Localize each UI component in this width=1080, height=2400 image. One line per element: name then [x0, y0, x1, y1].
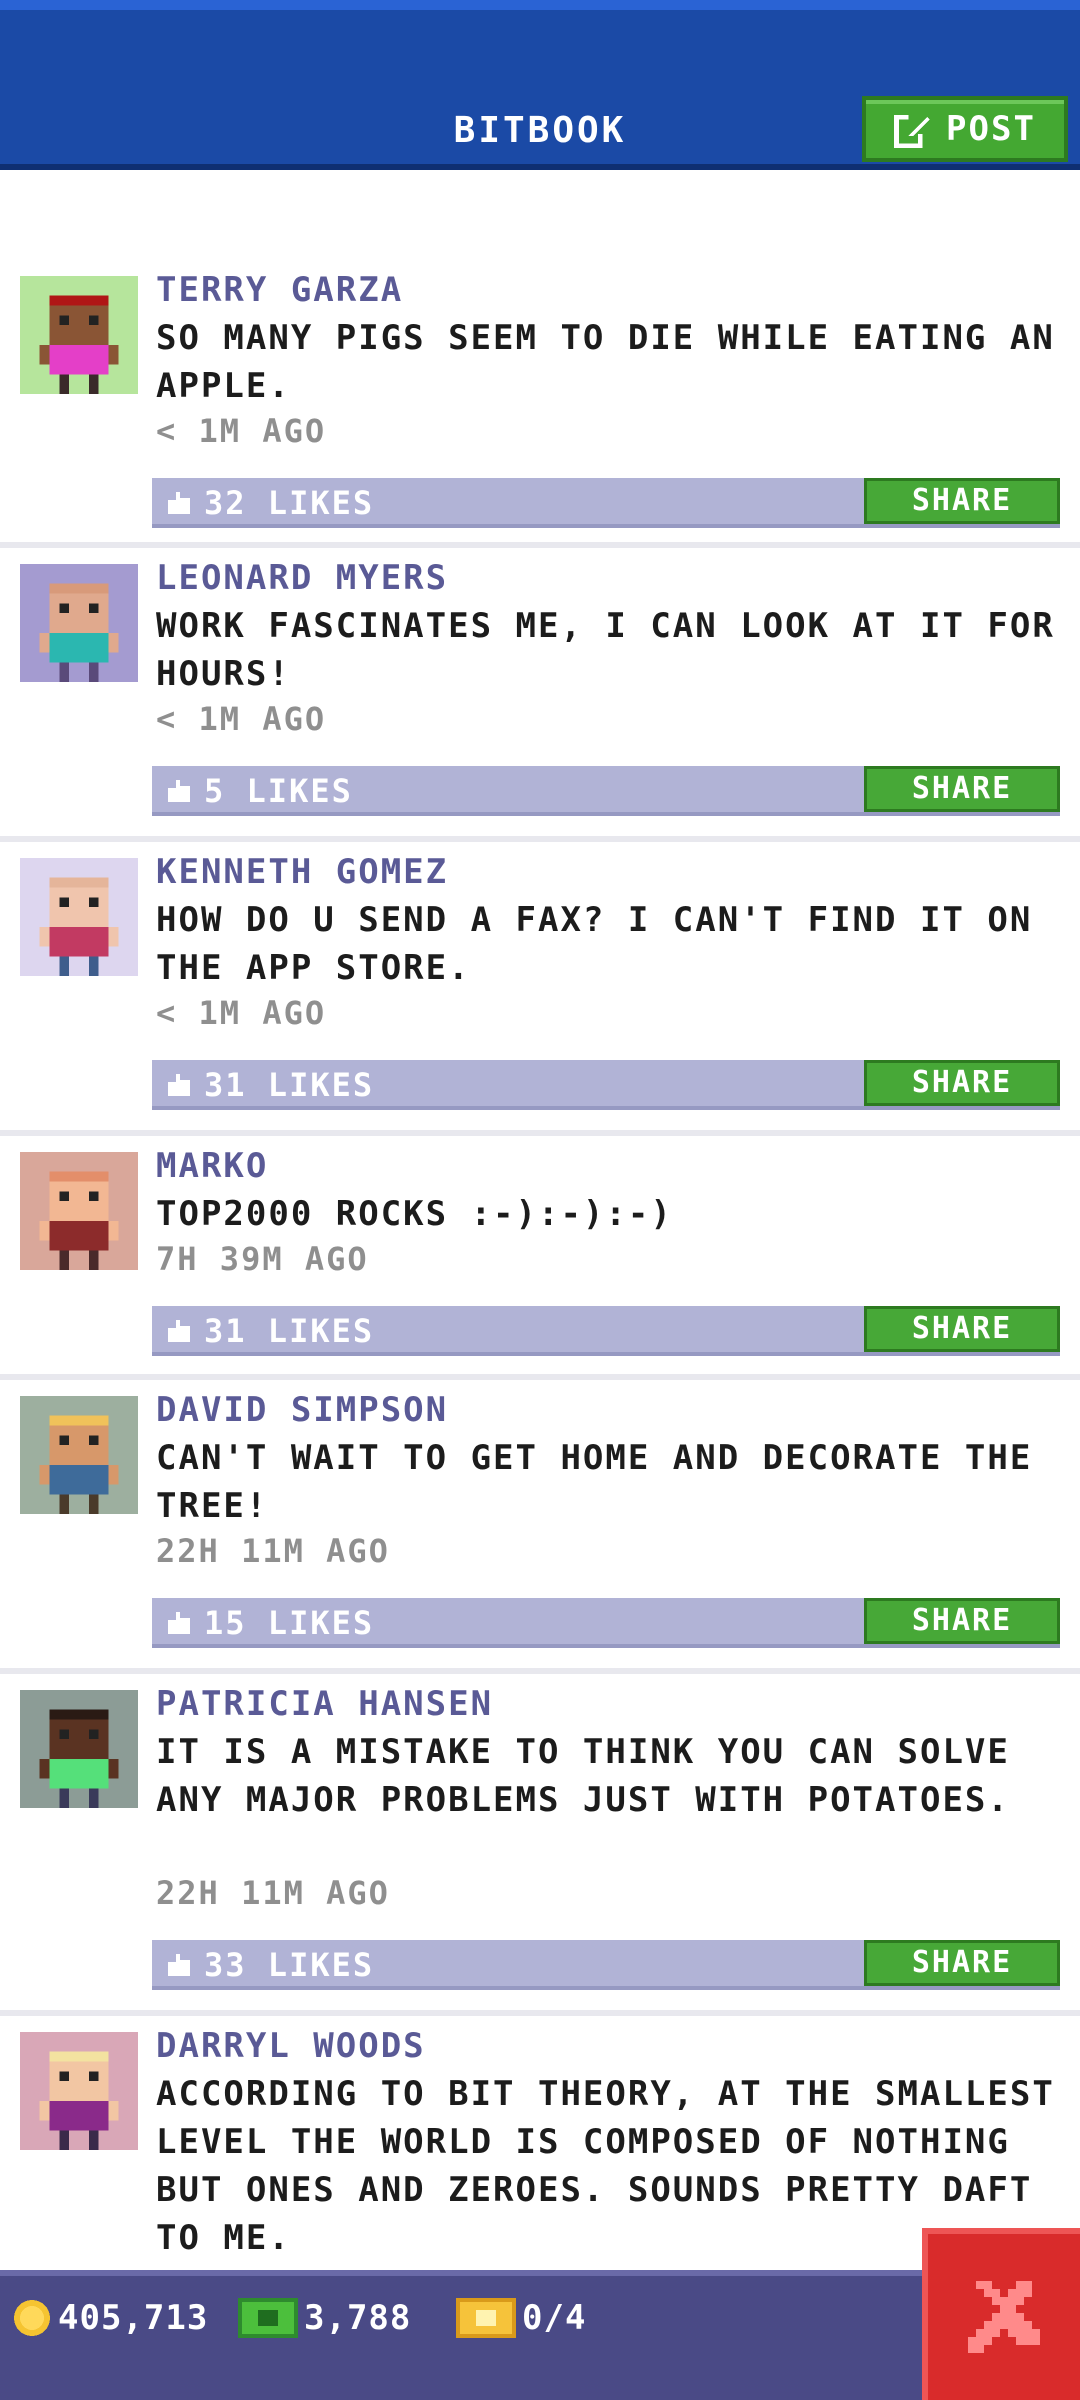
feed-post: PATRICIA HANSEN IT IS A MISTAKE TO THINK…	[0, 1674, 1080, 2016]
coin-icon	[14, 2300, 50, 2336]
post-author[interactable]: PATRICIA HANSEN	[156, 1684, 493, 1724]
ticket-icon	[456, 2298, 516, 2338]
avatar-figure	[39, 2051, 119, 2150]
top-bar: BITBOOK POST	[0, 0, 1080, 170]
currency-bar: 405,713 3,788 0/4	[0, 2270, 1080, 2400]
feed-post: MARKO TOP2000 ROCKS :-):-):-) 7H 39M AGO…	[0, 1136, 1080, 1380]
feed-post: DARRYL WOODS ACCORDING TO BIT THEORY, AT…	[0, 2016, 1080, 2270]
avatar	[20, 1396, 138, 1514]
thumbs-up-icon	[168, 1612, 190, 1634]
feed-post: DAVID SIMPSON CAN'T WAIT TO GET HOME AND…	[0, 1380, 1080, 1674]
likes-count: 5 LIKES	[204, 772, 353, 810]
post-message: HOW DO U SEND A FAX? I CAN'T FIND IT ON …	[156, 900, 1033, 988]
coins-value: 405,713	[58, 2298, 209, 2338]
avatar	[20, 858, 138, 976]
thumbs-up-icon	[168, 780, 190, 802]
feed-post: TERRY GARZA SO MANY PIGS SEEM TO DIE WHI…	[0, 176, 1080, 548]
close-icon	[968, 2281, 1040, 2353]
thumbs-up-icon	[168, 492, 190, 514]
likes-count: 31 LIKES	[204, 1312, 375, 1350]
post-time: 22H 11M AGO	[156, 1874, 390, 1912]
thumbs-up-icon	[168, 1074, 190, 1096]
news-feed[interactable]: TERRY GARZA SO MANY PIGS SEEM TO DIE WHI…	[0, 176, 1080, 2270]
compose-icon	[894, 112, 930, 148]
avatar	[20, 276, 138, 394]
post-button[interactable]: POST	[862, 96, 1068, 162]
likes-bar[interactable]: 15 LIKES SHARE	[152, 1598, 1060, 1648]
avatar	[20, 564, 138, 682]
share-button[interactable]: SHARE	[864, 1306, 1060, 1352]
share-button[interactable]: SHARE	[864, 1940, 1060, 1986]
avatar-figure	[39, 1415, 119, 1514]
post-message: WORK FASCINATES ME, I CAN LOOK AT IT FOR…	[156, 606, 1055, 694]
post-message: SO MANY PIGS SEEM TO DIE WHILE EATING AN…	[156, 318, 1055, 406]
share-button[interactable]: SHARE	[864, 1060, 1060, 1106]
post-author[interactable]: DAVID SIMPSON	[156, 1390, 448, 1430]
bux-value: 3,788	[304, 2298, 412, 2338]
likes-bar[interactable]: 32 LIKES SHARE	[152, 478, 1060, 528]
likes-count: 15 LIKES	[204, 1604, 375, 1642]
likes-count: 33 LIKES	[204, 1946, 375, 1984]
post-author[interactable]: KENNETH GOMEZ	[156, 852, 448, 892]
feed-post: LEONARD MYERS WORK FASCINATES ME, I CAN …	[0, 548, 1080, 842]
post-author[interactable]: DARRYL WOODS	[156, 2026, 426, 2066]
tickets-stat: 0/4	[456, 2298, 586, 2338]
avatar	[20, 1152, 138, 1270]
bux-stat: 3,788	[238, 2298, 411, 2338]
post-time: 7H 39M AGO	[156, 1240, 369, 1278]
post-message: IT IS A MISTAKE TO THINK YOU CAN SOLVE A…	[156, 1732, 1010, 1820]
post-time: < 1M AGO	[156, 994, 327, 1032]
post-time: 22H 11M AGO	[156, 1532, 390, 1570]
likes-bar[interactable]: 33 LIKES SHARE	[152, 1940, 1060, 1990]
avatar-figure	[39, 295, 119, 394]
tickets-value: 0/4	[522, 2298, 587, 2338]
post-button-label: POST	[946, 109, 1036, 149]
share-button[interactable]: SHARE	[864, 766, 1060, 812]
post-author[interactable]: TERRY GARZA	[156, 270, 403, 310]
post-time: < 1M AGO	[156, 700, 327, 738]
feed-post: KENNETH GOMEZ HOW DO U SEND A FAX? I CAN…	[0, 842, 1080, 1136]
thumbs-up-icon	[168, 1320, 190, 1342]
avatar-figure	[39, 1709, 119, 1808]
thumbs-up-icon	[168, 1954, 190, 1976]
likes-count: 31 LIKES	[204, 1066, 375, 1104]
likes-bar[interactable]: 31 LIKES SHARE	[152, 1306, 1060, 1356]
likes-bar[interactable]: 5 LIKES SHARE	[152, 766, 1060, 816]
avatar-figure	[39, 583, 119, 682]
avatar-figure	[39, 1171, 119, 1270]
likes-bar[interactable]: 31 LIKES SHARE	[152, 1060, 1060, 1110]
coins-stat: 405,713	[12, 2298, 208, 2338]
avatar	[20, 1690, 138, 1808]
post-author[interactable]: LEONARD MYERS	[156, 558, 448, 598]
share-button[interactable]: SHARE	[864, 478, 1060, 524]
post-message: CAN'T WAIT TO GET HOME AND DECORATE THE …	[156, 1438, 1033, 1526]
avatar-figure	[39, 877, 119, 976]
bux-icon	[238, 2298, 298, 2338]
likes-count: 32 LIKES	[204, 484, 375, 522]
post-time: < 1M AGO	[156, 412, 327, 450]
close-button[interactable]	[922, 2228, 1080, 2400]
share-button[interactable]: SHARE	[864, 1598, 1060, 1644]
avatar	[20, 2032, 138, 2150]
post-message: TOP2000 ROCKS :-):-):-)	[156, 1194, 673, 1234]
post-author[interactable]: MARKO	[156, 1146, 268, 1186]
